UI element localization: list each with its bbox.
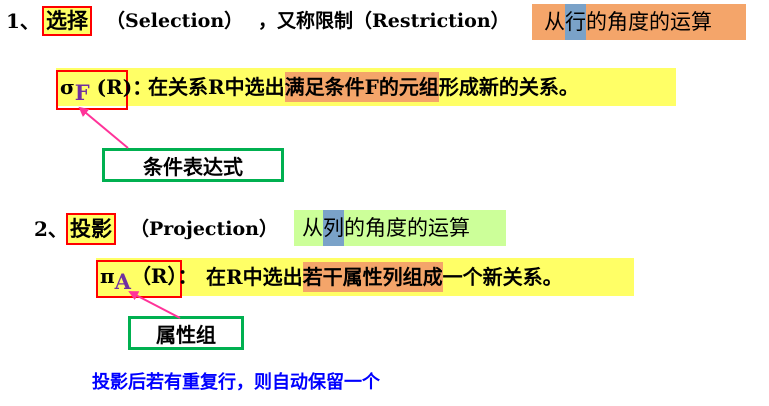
selection-arrow [78,106,129,149]
projection-arrow [128,291,181,319]
annotation-arrows [78,106,181,319]
